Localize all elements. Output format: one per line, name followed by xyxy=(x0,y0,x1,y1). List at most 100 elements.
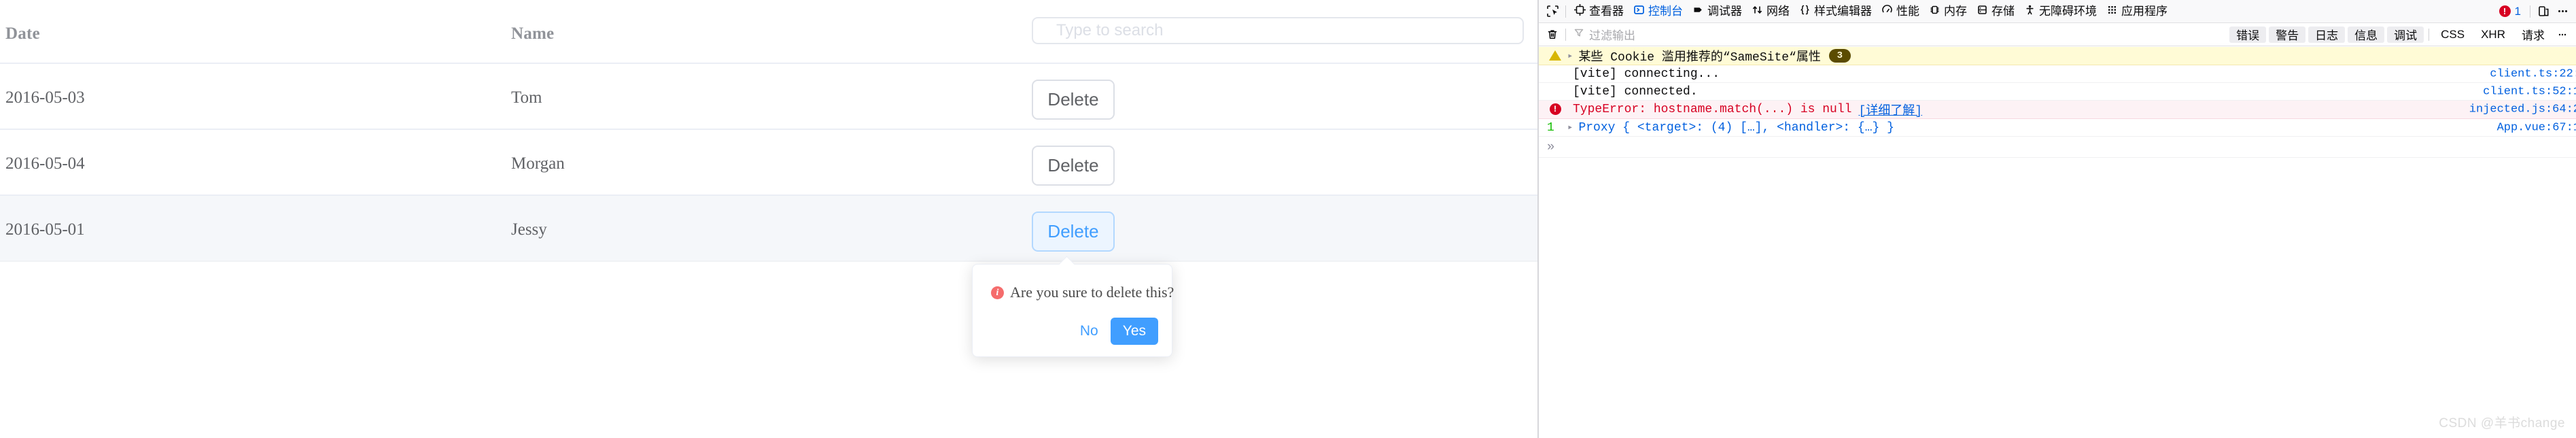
devtools-toolbar: 查看器 控制台 调试器 网络 样式编辑器 性能 内存 存储 无障碍环境 应用程序… xyxy=(1539,0,2576,23)
tab-label: 存储 xyxy=(1991,5,2015,18)
filter-button-xhr[interactable]: XHR xyxy=(2474,27,2512,43)
tab-debugger[interactable]: 调试器 xyxy=(1688,3,1747,20)
tab-memory[interactable]: 内存 xyxy=(1924,3,1972,20)
source-link[interactable]: injected.js:64:2 xyxy=(2469,103,2576,116)
tab-label: 网络 xyxy=(1766,5,1790,18)
inspector-icon xyxy=(1574,3,1586,19)
funnel-icon xyxy=(1573,27,1584,41)
watermark-text: CSDN @羊书change xyxy=(2439,416,2565,431)
tab-label: 内存 xyxy=(1944,5,1967,18)
tab-network[interactable]: 网络 xyxy=(1747,3,1794,20)
tab-accessibility[interactable]: 无障碍环境 xyxy=(2019,3,2102,20)
console-filter-input[interactable]: 过滤输出 xyxy=(1569,26,1639,43)
more-options-icon[interactable] xyxy=(2553,3,2572,20)
tab-storage[interactable]: 存储 xyxy=(1972,3,2019,20)
delete-button[interactable]: Delete xyxy=(1032,146,1115,186)
memory-icon xyxy=(1929,4,1940,19)
table-header-row: Date Name xyxy=(0,0,1537,64)
console-message-error[interactable]: ! TypeError: hostname.match(...) is null… xyxy=(1539,101,2576,119)
console-message-warning[interactable]: ▸ 某些 Cookie 滥用推荐的“SameSite“属性 3 xyxy=(1539,47,2576,65)
tab-style-editor[interactable]: 样式编辑器 xyxy=(1794,3,1877,20)
message-text: TypeError: hostname.match(...) is null xyxy=(1573,103,1852,116)
warning-triangle-icon xyxy=(1547,49,1563,63)
element-picker-icon[interactable] xyxy=(1543,3,1562,20)
table-row[interactable]: 2016-05-04 Morgan Delete xyxy=(0,130,1537,196)
cell-action: Delete xyxy=(1032,80,1115,120)
delete-confirm-popover: i Are you sure to delete this? No Yes xyxy=(972,256,1174,357)
console-filter-bar: 过滤输出 错误 警告 日志 信息 调试 CSS XHR 请求 xyxy=(1539,23,2576,46)
console-message-object[interactable]: 1 ▸ Proxy { <target>: (4) […], <handler>… xyxy=(1539,119,2576,137)
responsive-design-icon[interactable] xyxy=(2534,3,2553,20)
message-text: [vite] connecting... xyxy=(1573,67,1720,81)
devtools-panel: 查看器 控制台 调试器 网络 样式编辑器 性能 内存 存储 无障碍环境 应用程序… xyxy=(1537,0,2576,438)
storage-icon xyxy=(1977,4,1988,19)
console-icon xyxy=(1633,4,1645,19)
tab-label: 性能 xyxy=(1896,5,1919,18)
filterbar-divider xyxy=(1565,28,1566,41)
table-row[interactable]: 2016-05-03 Tom Delete xyxy=(0,64,1537,130)
source-link[interactable]: client.ts:52:1 xyxy=(2483,85,2576,98)
filter-button-info[interactable]: 信息 xyxy=(2348,26,2385,43)
filter-button-errors[interactable]: 错误 xyxy=(2229,26,2267,43)
tab-label: 查看器 xyxy=(1589,5,1624,18)
tab-label: 样式编辑器 xyxy=(1814,5,1872,18)
cell-name: Jessy xyxy=(511,220,547,239)
learn-more-link[interactable]: [详细了解] xyxy=(1858,101,1922,118)
error-circle-icon: ! xyxy=(2499,5,2511,17)
filter-button-logs[interactable]: 日志 xyxy=(2308,26,2346,43)
message-text: Proxy { <target>: (4) […], <handler>: {…… xyxy=(1578,120,1894,135)
accessibility-icon xyxy=(2024,4,2036,19)
filter-placeholder-text: 过滤输出 xyxy=(1589,29,1635,42)
gauge-icon xyxy=(1881,4,1893,19)
message-text: [vite] connected. xyxy=(1573,84,1698,99)
toolbar-divider xyxy=(1565,5,1566,18)
cell-date: 2016-05-04 xyxy=(5,154,85,173)
error-count-badge[interactable]: ! 1 xyxy=(2494,5,2526,18)
cell-date: 2016-05-01 xyxy=(5,220,85,239)
tab-performance[interactable]: 性能 xyxy=(1877,3,1924,20)
confirm-button[interactable]: Yes xyxy=(1110,318,1158,345)
column-header-date[interactable]: Date xyxy=(5,24,40,44)
search-input[interactable] xyxy=(1032,17,1524,44)
filter-button-css[interactable]: CSS xyxy=(2434,27,2471,43)
expand-twisty-icon[interactable]: ▸ xyxy=(1567,122,1573,133)
cell-action: Delete xyxy=(1032,212,1115,252)
console-input-row[interactable]: » xyxy=(1539,137,2576,158)
trash-icon[interactable] xyxy=(1543,26,1562,44)
popover-message-row: i Are you sure to delete this? xyxy=(991,284,1174,301)
expand-twisty-icon[interactable]: ▸ xyxy=(1567,50,1573,62)
cell-name: Morgan xyxy=(511,154,565,173)
info-circle-icon: i xyxy=(991,286,1004,299)
delete-button[interactable]: Delete xyxy=(1032,80,1115,120)
filter-button-warnings[interactable]: 警告 xyxy=(2269,26,2306,43)
network-icon xyxy=(1752,4,1763,19)
debugger-icon xyxy=(1692,4,1704,19)
filter-button-requests[interactable]: 请求 xyxy=(2515,27,2552,43)
popover-message: Are you sure to delete this? xyxy=(1010,284,1174,301)
table-row[interactable]: 2016-05-01 Jessy Delete xyxy=(0,196,1537,262)
filter-button-debug[interactable]: 调试 xyxy=(2387,26,2424,43)
filterbar-more-icon[interactable] xyxy=(2553,26,2572,44)
cancel-button[interactable]: No xyxy=(1073,319,1105,343)
column-header-name[interactable]: Name xyxy=(511,24,554,44)
source-link[interactable]: client.ts:22: xyxy=(2490,67,2576,80)
tab-label: 应用程序 xyxy=(2121,5,2168,18)
console-message-log[interactable]: [vite] connecting... client.ts:22: xyxy=(1539,65,2576,83)
tab-label: 控制台 xyxy=(1648,5,1683,18)
tab-inspector[interactable]: 查看器 xyxy=(1569,3,1629,20)
group-count: 1 xyxy=(1547,120,1554,135)
grid-icon xyxy=(2106,4,2118,19)
cell-action: Delete xyxy=(1032,146,1115,186)
message-gutter: 1 xyxy=(1547,121,1563,135)
data-table: Date Name 2016-05-03 Tom Delete 2016-05-… xyxy=(0,0,1537,262)
prompt-chevron-icon: » xyxy=(1547,139,1555,154)
tab-application[interactable]: 应用程序 xyxy=(2102,3,2172,20)
cell-date: 2016-05-03 xyxy=(5,88,85,107)
console-message-log[interactable]: [vite] connected. client.ts:52:1 xyxy=(1539,83,2576,101)
cell-name: Tom xyxy=(511,88,542,107)
search-field-wrapper xyxy=(1032,17,1524,44)
braces-icon xyxy=(1799,4,1811,19)
delete-button[interactable]: Delete xyxy=(1032,212,1115,252)
source-link[interactable]: App.vue:67:1 xyxy=(2497,121,2576,134)
tab-console[interactable]: 控制台 xyxy=(1629,3,1688,20)
